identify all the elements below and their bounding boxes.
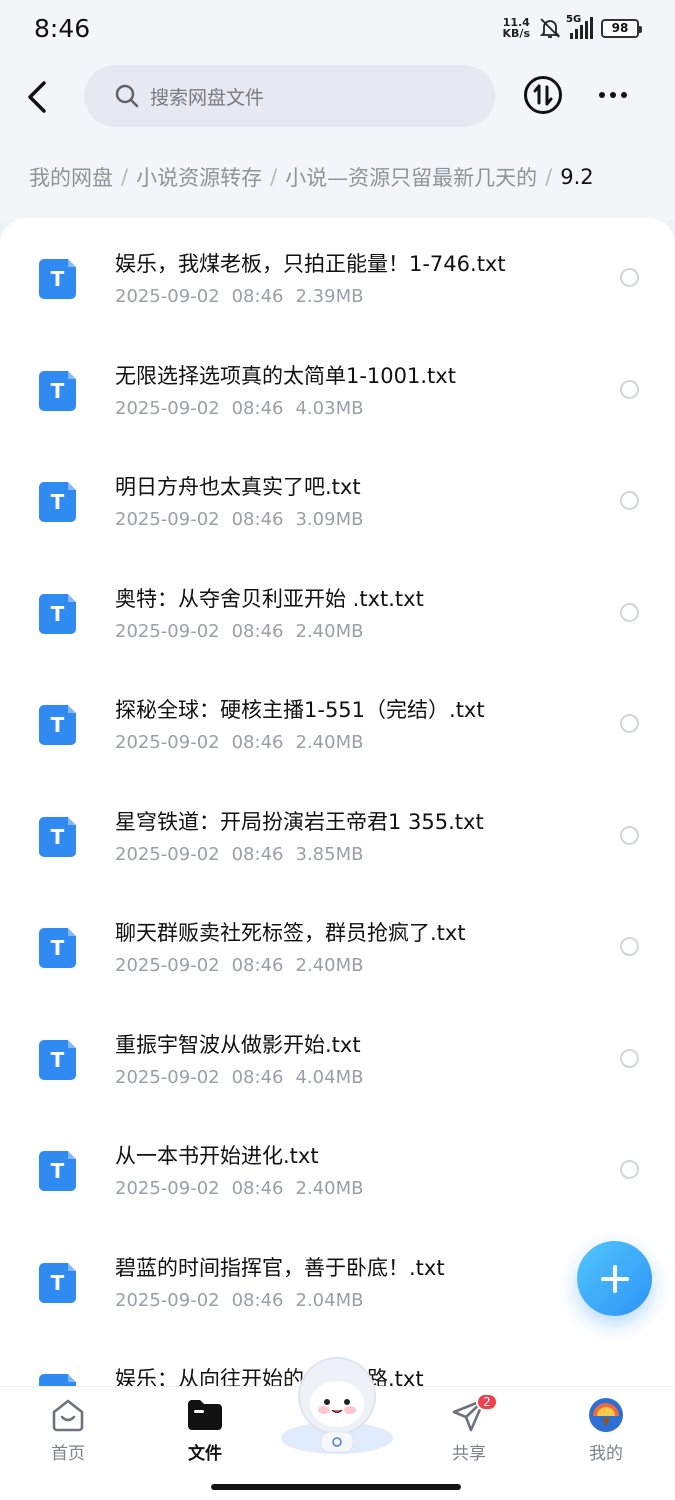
more-dots-icon <box>599 92 605 98</box>
more-options-button[interactable] <box>594 80 632 110</box>
add-button[interactable] <box>577 1241 652 1316</box>
breadcrumb-item-novel-latest[interactable]: 小说—资源只留最新几天的 <box>285 162 537 192</box>
assistant-mascot-button[interactable] <box>277 1352 397 1456</box>
file-name: 探秘全球：硬核主播1-551（完结）.txt <box>115 698 485 722</box>
select-checkbox[interactable] <box>620 937 639 956</box>
file-row[interactable]: T 娱乐，我煤老板，只拍正能量！1-746.txt 2025-09-02 08:4… <box>0 218 675 330</box>
net-speed: 11.4 KB/s <box>502 16 530 40</box>
txt-file-icon: T <box>39 482 76 522</box>
folder-icon <box>188 1400 222 1430</box>
back-button[interactable] <box>20 78 54 116</box>
file-meta: 2025-09-02 08:46 2.40MB <box>115 732 364 753</box>
transfer-list-button[interactable] <box>524 76 562 114</box>
file-meta: 2025-09-02 08:46 2.40MB <box>115 1178 364 1199</box>
file-name: 重振宇智波从做影开始.txt <box>115 1032 361 1057</box>
select-checkbox[interactable] <box>620 825 639 845</box>
signal-icon: 5G <box>566 14 593 39</box>
top-bar: 搜索网盘文件 <box>0 62 675 134</box>
battery-icon: 98 <box>601 18 642 38</box>
file-row[interactable]: T 探秘全球：硬核主播1-551（完结）.txt 2025-09-02 08:46… <box>0 664 675 776</box>
file-meta: 2025-09-02 08:46 3.09MB <box>115 509 364 530</box>
file-row[interactable]: T 星穹铁道：开局扮演岩王帝君1 355.txt 2025-09-02 08:46… <box>0 776 675 888</box>
file-meta: 2025-09-02 08:46 3.85MB <box>115 843 364 865</box>
txt-file-icon: T <box>39 593 76 634</box>
select-checkbox[interactable] <box>620 1160 639 1179</box>
select-checkbox[interactable] <box>620 268 639 287</box>
home-indicator <box>211 1484 461 1490</box>
share-badge: 2 <box>476 1393 498 1411</box>
file-name: 从一本书开始进化.txt <box>115 1144 319 1168</box>
file-name: 奥特：从夺舍贝利亚开始 .txt.txt <box>115 586 424 611</box>
nav-item-files[interactable]: 文件 <box>160 1395 250 1464</box>
txt-file-icon: T <box>39 816 76 857</box>
nav-label-files: 文件 <box>188 1444 222 1464</box>
nav-item-share[interactable]: 2 共享 <box>424 1393 514 1464</box>
breadcrumb-item-novel-resources[interactable]: 小说资源转存 <box>136 162 262 192</box>
status-bar: 8:46 11.4 KB/s 5G 98 <box>0 0 675 62</box>
breadcrumb-current: 9.2 <box>560 165 594 189</box>
txt-file-icon: T <box>39 1374 76 1386</box>
breadcrumb-separator: / <box>121 165 129 189</box>
file-row[interactable]: T 碧蓝的时间指挥官，善于卧底！.txt 2025-09-02 08:46 2.04… <box>0 1222 675 1334</box>
txt-file-icon: T <box>39 1262 76 1303</box>
file-row[interactable]: T 从一本书开始进化.txt 2025-09-02 08:46 2.40MB <box>0 1110 675 1222</box>
nav-label-share: 共享 <box>452 1444 486 1464</box>
txt-file-icon: T <box>39 370 76 411</box>
breadcrumb-item-my-drive[interactable]: 我的网盘 <box>29 162 113 192</box>
file-name: 聊天群贩卖社死标签，群员抢疯了.txt <box>115 921 466 945</box>
breadcrumb-separator: / <box>545 165 553 189</box>
breadcrumb-separator: / <box>270 165 278 189</box>
txt-file-icon: T <box>39 1151 76 1191</box>
nav-item-home[interactable]: 首页 <box>23 1395 113 1464</box>
file-meta: 2025-09-02 08:46 2.39MB <box>115 286 364 307</box>
bell-off-icon <box>539 18 561 38</box>
nav-label-home: 首页 <box>51 1444 85 1464</box>
txt-file-icon: T <box>39 1039 76 1080</box>
nav-item-me[interactable]: 我的 <box>561 1395 651 1464</box>
nav-label-me: 我的 <box>589 1444 623 1464</box>
file-row[interactable]: T 明日方舟也太真实了吧.txt 2025-09-02 08:46 3.09MB <box>0 441 675 553</box>
file-list: T 娱乐，我煤老板，只拍正能量！1-746.txt 2025-09-02 08:4… <box>0 218 675 1386</box>
mascot-icon <box>281 1357 393 1454</box>
status-icons: 11.4 KB/s 5G 98 <box>502 14 642 40</box>
file-name: 星穹铁道：开局扮演岩王帝君1 355.txt <box>115 809 484 834</box>
file-meta: 2025-09-02 08:46 2.40MB <box>115 620 364 642</box>
file-meta: 2025-09-02 08:46 2.04MB <box>115 1289 364 1311</box>
back-arrow-icon <box>28 81 46 113</box>
file-meta: 2025-09-02 08:46 4.04MB <box>115 1066 364 1088</box>
file-name: 碧蓝的时间指挥官，善于卧底！.txt <box>115 1255 445 1280</box>
search-placeholder: 搜索网盘文件 <box>150 86 265 109</box>
file-name: 明日方舟也太真实了吧.txt <box>115 475 361 499</box>
file-meta: 2025-09-02 08:46 2.40MB <box>115 955 364 976</box>
file-row[interactable]: T 聊天群贩卖社死标签，群员抢疯了.txt 2025-09-02 08:46 2.4… <box>0 887 675 999</box>
breadcrumb: 我的网盘 / 小说资源转存 / 小说—资源只留最新几天的 / 9.2 <box>0 134 675 220</box>
select-checkbox[interactable] <box>620 1048 639 1068</box>
plus-icon <box>600 1264 629 1293</box>
file-name: 娱乐，我煤老板，只拍正能量！1-746.txt <box>115 252 506 276</box>
file-name: 无限选择选项真的太简单1-1001.txt <box>115 363 456 388</box>
avatar-icon <box>589 1398 623 1432</box>
file-row[interactable]: T 奥特：从夺舍贝利亚开始 .txt.txt 2025-09-02 08:46 2.… <box>0 553 675 665</box>
select-checkbox[interactable] <box>620 714 639 733</box>
txt-file-icon: T <box>39 705 76 745</box>
txt-file-icon: T <box>39 259 76 299</box>
select-checkbox[interactable] <box>620 602 639 622</box>
home-icon <box>52 1399 84 1432</box>
search-icon <box>115 84 139 108</box>
file-row[interactable]: T 重振宇智波从做影开始.txt 2025-09-02 08:46 4.04MB <box>0 999 675 1111</box>
transfer-arrows-icon <box>533 84 553 106</box>
txt-file-icon: T <box>39 928 76 968</box>
status-time: 8:46 <box>34 14 91 43</box>
search-input[interactable]: 搜索网盘文件 <box>84 65 495 127</box>
file-meta: 2025-09-02 08:46 4.03MB <box>115 397 364 419</box>
file-row[interactable]: T 无限选择选项真的太简单1-1001.txt 2025-09-02 08:46 4… <box>0 330 675 442</box>
select-checkbox[interactable] <box>620 491 639 510</box>
select-checkbox[interactable] <box>620 379 639 399</box>
